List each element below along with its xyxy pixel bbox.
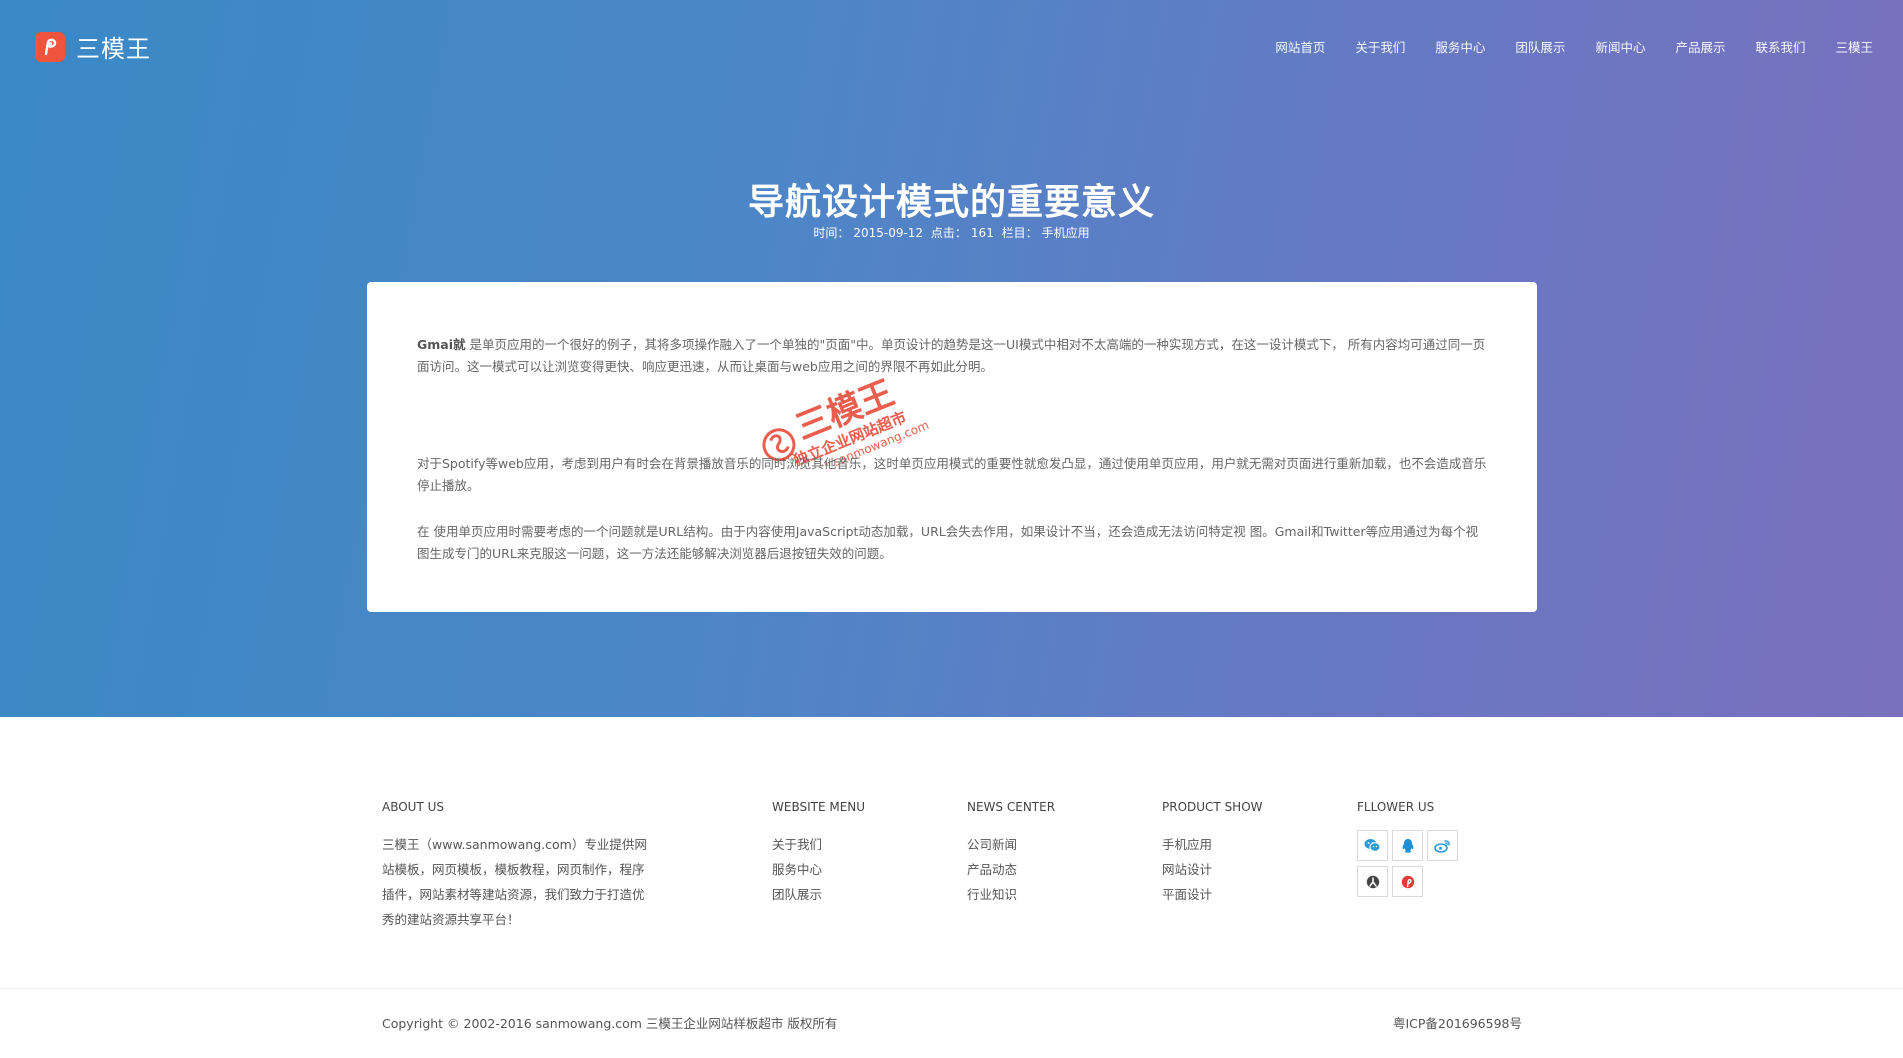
weibo-icon[interactable] bbox=[1427, 830, 1458, 861]
watermark-logo: 三模王 独立企业网站超市 www.sanmowang.com bbox=[762, 373, 931, 466]
main-nav: 网站首页 关于我们 服务中心 团队展示 新闻中心 产品展示 联系我们 三模王 bbox=[1245, 37, 1873, 56]
footer-link-industry[interactable]: 行业知识 bbox=[967, 882, 1055, 907]
footer-about-text: 三模王（www.sanmowang.com）专业提供网站模板，网页模板，模板教程… bbox=[382, 837, 647, 927]
footer-link-services[interactable]: 服务中心 bbox=[772, 857, 865, 882]
hero-banner: 三模王 网站首页 关于我们 服务中心 团队展示 新闻中心 产品展示 联系我们 三… bbox=[0, 0, 1903, 717]
paragraph-lead: Gmai就 bbox=[417, 337, 466, 352]
footer-product-show: PRODUCT SHOW 手机应用 网站设计 平面设计 bbox=[1162, 800, 1263, 907]
nav-item-products[interactable]: 产品展示 bbox=[1675, 37, 1725, 56]
article-paragraph-2: 对于Spotify等web应用，考虑到用户有时会在背景播放音乐的同时浏览其他音乐… bbox=[417, 456, 1487, 493]
article-card: Gmai就 是单页应用的一个很好的例子，其将多项操作融入了一个单独的"页面"中。… bbox=[367, 282, 1537, 612]
meta-time: 2015-09-12 bbox=[853, 226, 924, 240]
footer-link-product-news[interactable]: 产品动态 bbox=[967, 857, 1055, 882]
nav-item-news[interactable]: 新闻中心 bbox=[1595, 37, 1645, 56]
footer-link-web-design[interactable]: 网站设计 bbox=[1162, 857, 1263, 882]
footer-about-heading: ABOUT US bbox=[382, 800, 445, 814]
footer-news-center: NEWS CENTER 公司新闻 产品动态 行业知识 bbox=[967, 800, 1055, 907]
footer bbox=[0, 717, 1903, 1058]
renren-icon[interactable] bbox=[1357, 866, 1388, 897]
meta-time-label: 时间： bbox=[813, 226, 850, 240]
nav-item-about[interactable]: 关于我们 bbox=[1355, 37, 1405, 56]
footer-link-team[interactable]: 团队展示 bbox=[772, 882, 865, 907]
footer-link-mobile-apps[interactable]: 手机应用 bbox=[1162, 832, 1263, 857]
meta-clicks-label: 点击： bbox=[930, 226, 967, 240]
article-paragraph-1: Gmai就 是单页应用的一个很好的例子，其将多项操作融入了一个单独的"页面"中。… bbox=[417, 334, 1487, 378]
nav-item-team[interactable]: 团队展示 bbox=[1515, 37, 1565, 56]
nav-item-home[interactable]: 网站首页 bbox=[1275, 37, 1325, 56]
meta-column[interactable]: 手机应用 bbox=[1042, 226, 1090, 240]
nav-item-services[interactable]: 服务中心 bbox=[1435, 37, 1485, 56]
qq-icon[interactable] bbox=[1392, 830, 1423, 861]
footer-news-heading: NEWS CENTER bbox=[967, 800, 1056, 814]
copyright-text: Copyright © 2002-2016 sanmowang.com 三模王企… bbox=[382, 1016, 838, 1031]
wechat-icon[interactable] bbox=[1357, 830, 1388, 861]
footer-website-menu: WEBSITE MENU 关于我们 服务中心 团队展示 bbox=[772, 800, 865, 907]
footer-divider bbox=[0, 988, 1903, 989]
footer-about: ABOUT US 三模王（www.sanmowang.com）专业提供网站模板，… bbox=[382, 800, 652, 932]
social-icons bbox=[1357, 830, 1458, 897]
footer-link-company-news[interactable]: 公司新闻 bbox=[967, 832, 1055, 857]
nav-item-sanmowang[interactable]: 三模王 bbox=[1835, 37, 1873, 56]
footer-products-heading: PRODUCT SHOW bbox=[1162, 800, 1263, 814]
logo-icon bbox=[35, 31, 65, 62]
site-logo[interactable]: 三模王 bbox=[35, 29, 151, 64]
footer-follow-heading: FLLOWER US bbox=[1357, 800, 1435, 814]
meta-clicks: 161 bbox=[970, 226, 994, 240]
meta-column-label: 栏目： bbox=[1001, 226, 1038, 240]
footer-link-graphic-design[interactable]: 平面设计 bbox=[1162, 882, 1263, 907]
paragraph-1-text: 是单页应用的一个很好的例子，其将多项操作融入了一个单独的"页面"中。单页设计的趋… bbox=[417, 337, 1486, 374]
pinterest-icon[interactable] bbox=[1392, 866, 1423, 897]
footer-follow-us: FLLOWER US bbox=[1357, 800, 1458, 897]
nav-item-contact[interactable]: 联系我们 bbox=[1755, 37, 1805, 56]
article-paragraph-3: 在 使用单页应用时需要考虑的一个问题就是URL结构。由于内容使用JavaScri… bbox=[417, 524, 1479, 561]
article-title: 导航设计模式的重要意义 bbox=[747, 182, 1155, 223]
brand-name: 三模王 bbox=[76, 35, 151, 63]
footer-menu-heading: WEBSITE MENU bbox=[772, 800, 866, 814]
footer-link-about[interactable]: 关于我们 bbox=[772, 832, 865, 857]
article-meta: 时间： 2015-09-12 点击： 161 栏目： 手机应用 bbox=[0, 224, 1903, 241]
icp-number[interactable]: 粤ICP备201696598号 bbox=[1393, 1013, 1522, 1032]
